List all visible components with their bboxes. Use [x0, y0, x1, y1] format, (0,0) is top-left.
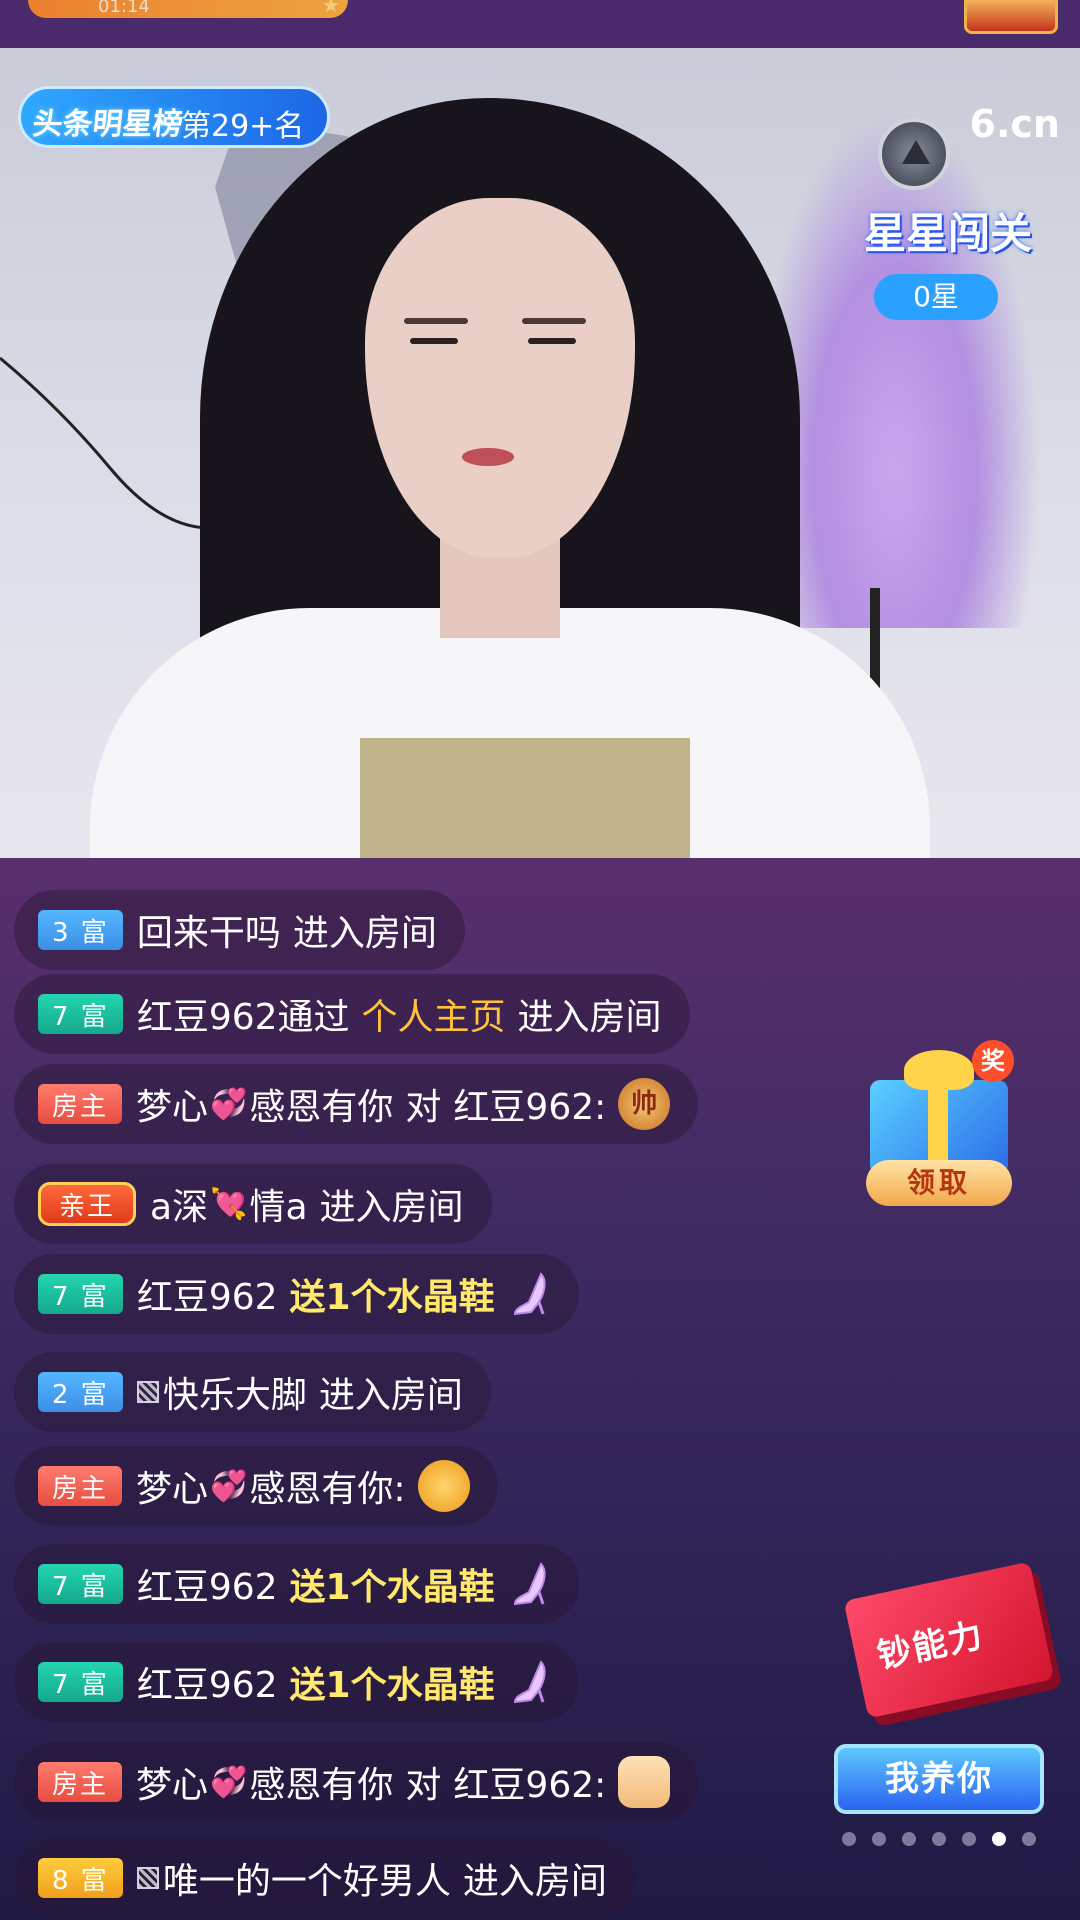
- left-brow: [404, 318, 468, 324]
- username-suffix: 感恩有你: [249, 1087, 394, 1128]
- message-text: 进入房间: [318, 1375, 463, 1416]
- placeholder-icon: [136, 1381, 159, 1403]
- target-username[interactable]: 红豆962:: [453, 1078, 606, 1130]
- pager-dot[interactable]: [902, 1832, 916, 1846]
- username[interactable]: a深: [150, 1178, 208, 1230]
- username[interactable]: 红豆962: [137, 1268, 278, 1320]
- username[interactable]: 红豆962: [137, 1656, 278, 1708]
- username[interactable]: 梦心: [136, 1460, 208, 1512]
- claim-button[interactable]: 领取: [866, 1160, 1012, 1206]
- username[interactable]: 回来干吗: [137, 904, 281, 956]
- timer-text: 01:14: [98, 0, 150, 17]
- heart-icon: 💞: [210, 1764, 248, 1800]
- crystal-shoe-icon: [513, 1272, 546, 1316]
- wealth-badge: 2 富: [38, 1372, 123, 1412]
- wealth-badge: 8 富: [38, 1858, 123, 1898]
- ranking-position: 第29+名: [181, 109, 305, 144]
- chat-message[interactable]: 2 富 快乐大脚 进入房间: [14, 1352, 491, 1432]
- right-brow: [522, 318, 586, 324]
- chat-message[interactable]: 7 富 红豆962 送1个水晶鞋: [14, 1544, 579, 1624]
- lips: [462, 448, 514, 466]
- chat-message[interactable]: 8 富 唯一的一个好男人 进入房间: [14, 1838, 635, 1918]
- live-video[interactable]: 头条明星榜 第29+名 6.cn 星星闯关 0星: [0, 48, 1080, 858]
- left-eye: [410, 338, 458, 344]
- message-text: 进入房间: [517, 997, 662, 1038]
- right-eye: [528, 338, 576, 344]
- chat-message[interactable]: 房主 梦心 💞 感恩有你 对 红豆962: 帅: [14, 1064, 699, 1144]
- target-username[interactable]: 红豆962:: [453, 1756, 606, 1808]
- fist-emoji-icon: [618, 1756, 671, 1808]
- wealth-badge: 3 富: [38, 910, 123, 950]
- message-text: 进入房间: [319, 1187, 464, 1228]
- host-badge: 房主: [38, 1084, 123, 1124]
- username-suffix: 情a: [249, 1187, 308, 1228]
- username[interactable]: 梦心: [136, 1756, 208, 1808]
- top-bar: 01:14 ★: [0, 0, 1080, 48]
- streamer-vest: [360, 738, 690, 858]
- username[interactable]: 快乐大脚: [163, 1366, 307, 1418]
- reward-tag: 奖: [972, 1040, 1014, 1082]
- pager-dot[interactable]: [842, 1832, 856, 1846]
- chat-message[interactable]: 7 富 红豆962 送1个水晶鞋: [14, 1254, 579, 1334]
- gift-text: 送1个水晶鞋: [289, 1567, 495, 1608]
- gift-text: 送1个水晶鞋: [289, 1665, 495, 1706]
- money-power-banner[interactable]: 钞能力: [836, 1561, 1055, 1720]
- message-text: 对: [405, 1087, 442, 1128]
- heart-icon: 💞: [210, 1468, 248, 1504]
- wealth-badge: 7 富: [38, 1274, 123, 1314]
- carousel-pager[interactable]: [842, 1832, 1036, 1846]
- support-button[interactable]: 我养你: [834, 1744, 1044, 1814]
- pager-dot-active[interactable]: [992, 1832, 1006, 1846]
- message-text: 进入房间: [292, 913, 437, 954]
- level-game-title[interactable]: 星星闯关: [864, 200, 1032, 261]
- chat-message[interactable]: 房主 梦心 💞 感恩有你 对 红豆962:: [14, 1742, 699, 1822]
- star-ranking-badge[interactable]: 头条明星榜 第29+名: [18, 86, 330, 148]
- wealth-badge: 7 富: [38, 994, 123, 1034]
- site-logo: 6.cn: [969, 102, 1060, 146]
- gift-box-icon[interactable]: 奖: [864, 1040, 1014, 1175]
- chat-message[interactable]: 3 富 回来干吗 进入房间: [14, 890, 465, 970]
- username[interactable]: 唯一的一个好男人: [163, 1852, 451, 1904]
- host-badge: 房主: [38, 1762, 123, 1802]
- live-timer-pill: 01:14 ★: [28, 0, 348, 18]
- prince-badge: 亲王: [38, 1182, 137, 1226]
- level-game-icon[interactable]: [878, 118, 950, 190]
- string-lights-decoration: [0, 356, 211, 530]
- username-suffix: 感恩有你: [249, 1765, 394, 1806]
- username-suffix: 感恩有你:: [249, 1469, 406, 1510]
- pager-dot[interactable]: [932, 1832, 946, 1846]
- message-text: 对: [405, 1765, 442, 1806]
- chat-message[interactable]: 7 富 红豆962通过 个人主页 进入房间: [14, 974, 690, 1054]
- username[interactable]: 梦心: [136, 1078, 208, 1130]
- treasure-chest-icon[interactable]: [964, 0, 1058, 34]
- crystal-shoe-icon: [513, 1562, 546, 1606]
- wealth-badge: 7 富: [38, 1564, 123, 1604]
- star-icon: ★: [322, 0, 340, 17]
- profile-link[interactable]: 个人主页: [362, 988, 506, 1040]
- crystal-shoe-icon: [513, 1660, 546, 1704]
- gift-text: 送1个水晶鞋: [289, 1277, 495, 1318]
- username[interactable]: 红豆962: [137, 1558, 278, 1610]
- pager-dot[interactable]: [872, 1832, 886, 1846]
- host-badge: 房主: [38, 1466, 123, 1506]
- handsome-emoji-icon: 帅: [618, 1078, 671, 1130]
- heart-arrow-icon: 💘: [210, 1186, 248, 1222]
- pager-dot[interactable]: [962, 1832, 976, 1846]
- ranking-logo: 头条明星榜: [30, 107, 185, 142]
- username[interactable]: 红豆962通过: [137, 988, 350, 1040]
- pager-dot[interactable]: [1022, 1832, 1036, 1846]
- chat-message[interactable]: 亲王 a深 💘 情a 进入房间: [14, 1164, 492, 1244]
- message-text: 进入房间: [462, 1861, 607, 1902]
- stars-count: 0星: [874, 274, 998, 320]
- wealth-badge: 7 富: [38, 1662, 123, 1702]
- chat-message[interactable]: 7 富 红豆962 送1个水晶鞋: [14, 1642, 579, 1722]
- chat-message[interactable]: 房主 梦心 💞 感恩有你:: [14, 1446, 498, 1526]
- heart-icon: 💞: [210, 1086, 248, 1122]
- shy-emoji-icon: [417, 1460, 470, 1512]
- placeholder-icon: [136, 1867, 159, 1889]
